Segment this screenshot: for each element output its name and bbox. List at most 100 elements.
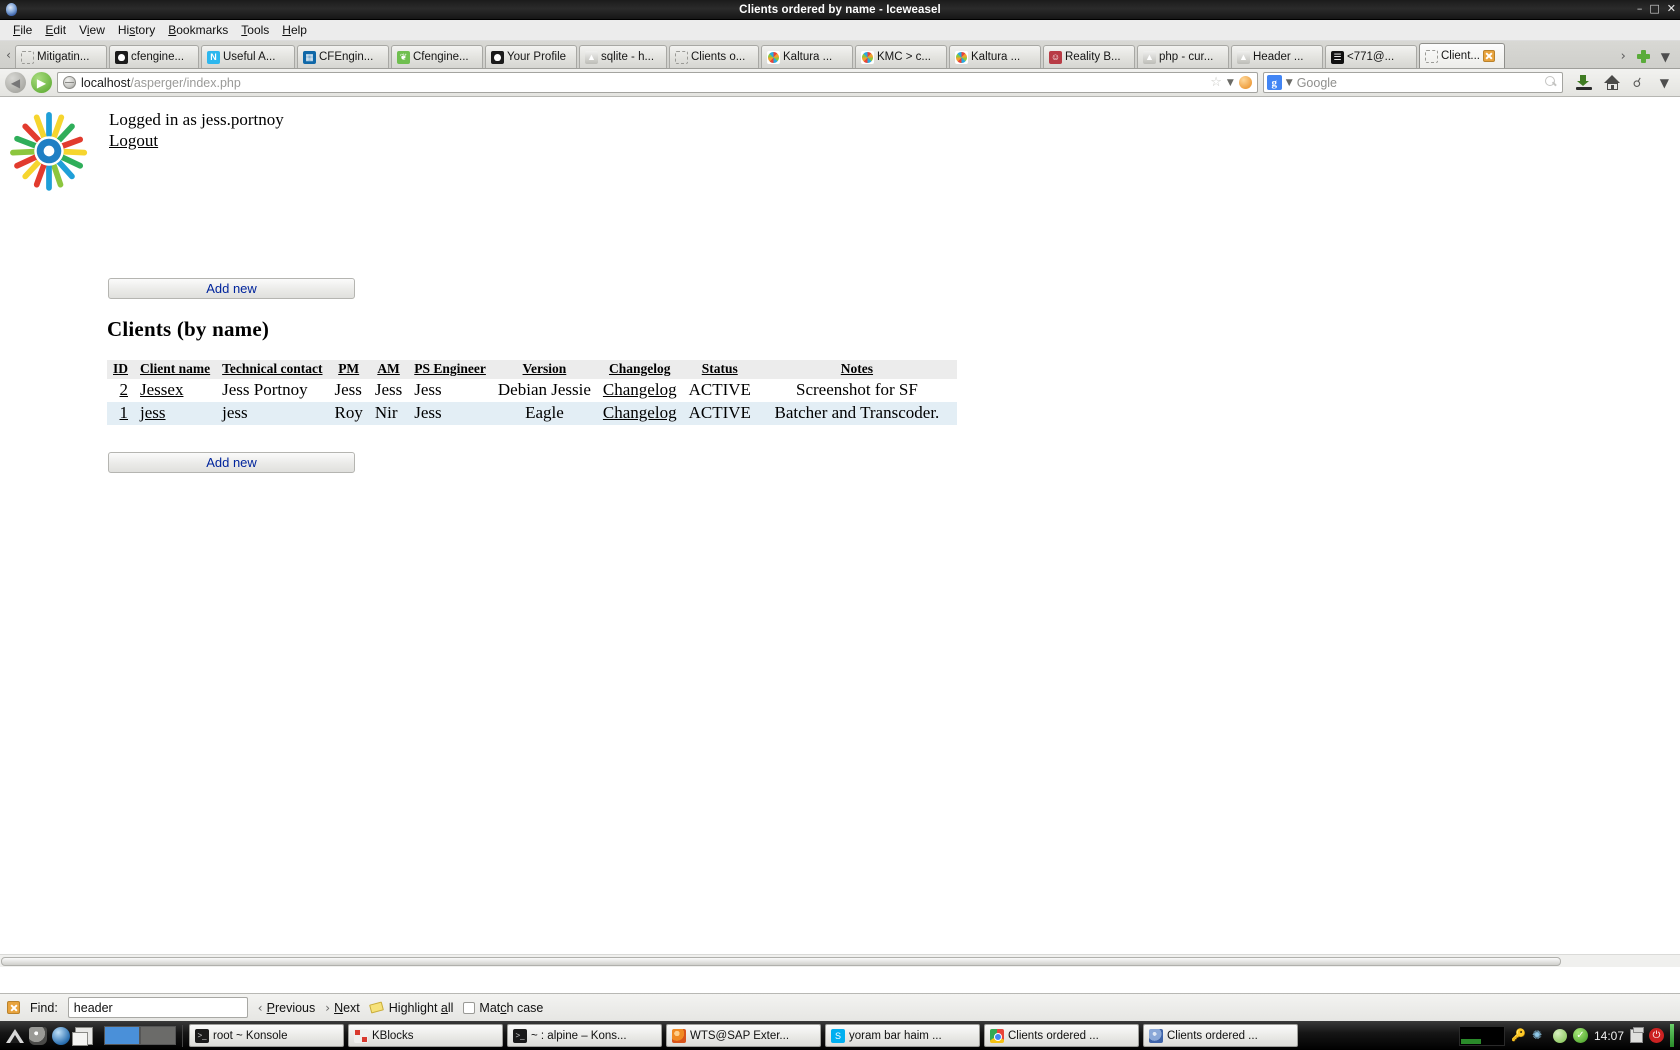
taskbar-button-3[interactable]: >_ ~ : alpine – Kons...	[507, 1024, 662, 1047]
tab-10[interactable]: KMC > c...	[855, 45, 947, 68]
column-header-id[interactable]: ID	[107, 360, 135, 379]
tab-11[interactable]: Kaltura ...	[949, 45, 1041, 68]
menu-edit[interactable]: Edit	[39, 22, 73, 39]
client-name-link[interactable]: Jessex	[140, 380, 183, 399]
column-header-version[interactable]: Version	[491, 360, 597, 379]
find-close-icon[interactable]	[7, 1001, 20, 1014]
desktop-1[interactable]	[104, 1026, 140, 1045]
tab-14[interactable]: ▲ Header ...	[1231, 45, 1323, 68]
tab-6[interactable]: Your Profile	[485, 45, 577, 68]
column-header-notes[interactable]: Notes	[756, 360, 957, 379]
tab-1[interactable]: Mitigatin...	[15, 45, 107, 68]
changelog-link[interactable]: Changelog	[603, 380, 677, 399]
column-header-status[interactable]: Status	[682, 360, 757, 379]
tab-close-icon[interactable]	[1483, 50, 1495, 62]
add-new-button-bottom[interactable]: Add new	[108, 452, 355, 473]
tab-7[interactable]: ▲ sqlite - h...	[579, 45, 667, 68]
menu-help[interactable]: Help	[276, 22, 314, 39]
menu-tools[interactable]: Tools	[235, 22, 276, 39]
skype-icon: S	[831, 1028, 845, 1043]
window-list-icon[interactable]	[72, 1026, 93, 1046]
file-manager-icon[interactable]	[29, 1026, 47, 1045]
forward-arrow-icon[interactable]: ▶	[31, 72, 52, 93]
page-horizontal-scrollbar[interactable]	[0, 954, 1680, 967]
column-header-pm[interactable]: PM	[328, 360, 369, 379]
cell-changelog: Changelog	[596, 402, 683, 425]
menu-history[interactable]: History	[112, 22, 162, 39]
updates-icon[interactable]: ✓	[1572, 1028, 1588, 1043]
url-bar[interactable]: localhost/asperger/index.php ☆ ▼	[57, 72, 1258, 93]
add-new-button-top[interactable]: Add new	[108, 278, 355, 299]
taskbar-button-4[interactable]: WTS@SAP Exter...	[666, 1024, 821, 1047]
close-icon[interactable]: ✕	[1667, 3, 1676, 14]
search-input[interactable]: Google	[1297, 76, 1541, 90]
printer-icon[interactable]	[1630, 1026, 1644, 1043]
magnifier-icon[interactable]	[1544, 76, 1558, 89]
table-row[interactable]: 1 jess jess Roy Nir Jess Eagle Changelog ACTIVE B…	[107, 402, 957, 425]
back-arrow-icon[interactable]: ◀	[5, 72, 26, 93]
scrollbar-thumb[interactable]	[1, 957, 1561, 966]
find-input[interactable]: header	[67, 997, 248, 1018]
menu-view[interactable]: View	[73, 22, 112, 39]
power-icon[interactable]: ⏻	[1649, 1028, 1664, 1043]
tray-clock[interactable]: 14:07	[1594, 1029, 1624, 1043]
minimize-icon[interactable]: –	[1637, 3, 1643, 14]
search-bar[interactable]: g ▼ Google	[1262, 72, 1563, 93]
klipper-icon[interactable]: 🔑	[1511, 1028, 1526, 1043]
tab-2[interactable]: cfengine...	[109, 45, 199, 68]
taskbar-button-2[interactable]: KBlocks	[348, 1024, 503, 1047]
column-header-client-name[interactable]: Client name	[134, 360, 217, 379]
rss-icon[interactable]	[1238, 76, 1252, 89]
browser-icon[interactable]	[52, 1026, 70, 1045]
plugin-icon[interactable]: ☌	[1633, 76, 1648, 91]
column-header-technical-contact[interactable]: Technical contact	[216, 360, 329, 379]
download-icon[interactable]	[1575, 75, 1592, 90]
google-icon[interactable]: g	[1266, 75, 1282, 90]
client-name-link[interactable]: jess	[140, 403, 166, 422]
tab-13[interactable]: ▲ php - cur...	[1137, 45, 1229, 68]
id-link[interactable]: 2	[120, 380, 129, 399]
kde-menu-icon[interactable]	[6, 1027, 24, 1045]
column-header-label: Changelog	[608, 361, 671, 376]
tab-15[interactable]: ☰ <771@...	[1325, 45, 1417, 68]
changelog-link[interactable]: Changelog	[603, 403, 677, 422]
star-icon[interactable]: ☆	[1210, 75, 1222, 90]
find-next-button[interactable]: › Next	[325, 1001, 360, 1015]
find-previous-button[interactable]: ‹ Previous	[258, 1001, 315, 1015]
logout-link[interactable]: Logout	[109, 131, 158, 151]
column-header-changelog[interactable]: Changelog	[596, 360, 683, 379]
new-tab-icon[interactable]	[1636, 50, 1650, 63]
chevron-down-icon[interactable]: ▼	[1227, 78, 1234, 88]
tab-3[interactable]: N Useful A...	[201, 45, 295, 68]
table-body: 2 Jessex Jess Portnoy Jess Jess Jess Debian Je…	[107, 379, 957, 425]
highlight-all-button[interactable]: Highlight all	[368, 1001, 453, 1015]
tab-scroll-left-icon[interactable]: ‹	[2, 42, 15, 68]
search-engine-chevron-icon[interactable]: ▼	[1286, 78, 1293, 88]
tab-scroll-right-icon[interactable]: ›	[1621, 49, 1626, 64]
taskbar-button-1[interactable]: >_ root ~ Konsole	[189, 1024, 344, 1047]
menu-bookmarks[interactable]: Bookmarks	[162, 22, 235, 39]
match-case-checkbox[interactable]: Match case	[463, 1001, 543, 1015]
tab-8[interactable]: Clients o...	[669, 45, 759, 68]
toolbar-chevron-down-icon[interactable]: ▼	[1660, 76, 1669, 90]
tab-5[interactable]: ❦ Cfengine...	[391, 45, 483, 68]
taskbar-button-6[interactable]: Clients ordered ...	[984, 1024, 1139, 1047]
column-header-ps-engineer[interactable]: PS Engineer	[408, 360, 492, 379]
desktop-2[interactable]	[140, 1026, 176, 1045]
maximize-icon[interactable]: □	[1649, 3, 1659, 14]
navbar-actions: ☌ ▼	[1568, 75, 1675, 91]
tab-9[interactable]: Kaltura ...	[761, 45, 853, 68]
tab-16[interactable]: Client...	[1419, 43, 1505, 68]
tab-12[interactable]: ☺ Reality B...	[1043, 45, 1135, 68]
volume-icon[interactable]	[1552, 1028, 1567, 1043]
taskbar-button-7[interactable]: Clients ordered ...	[1143, 1024, 1298, 1047]
list-all-tabs-icon[interactable]: ▼	[1661, 50, 1670, 64]
network-icon[interactable]: ✺	[1532, 1028, 1547, 1043]
taskbar-button-5[interactable]: Syoram bar haim ...	[825, 1024, 980, 1047]
home-icon[interactable]	[1603, 75, 1621, 90]
tab-4[interactable]: ▦ CFEngin...	[297, 45, 389, 68]
menu-file[interactable]: File	[7, 22, 39, 39]
column-header-am[interactable]: AM	[368, 360, 409, 379]
id-link[interactable]: 1	[120, 403, 129, 422]
table-row[interactable]: 2 Jessex Jess Portnoy Jess Jess Jess Debian Je…	[107, 379, 957, 402]
